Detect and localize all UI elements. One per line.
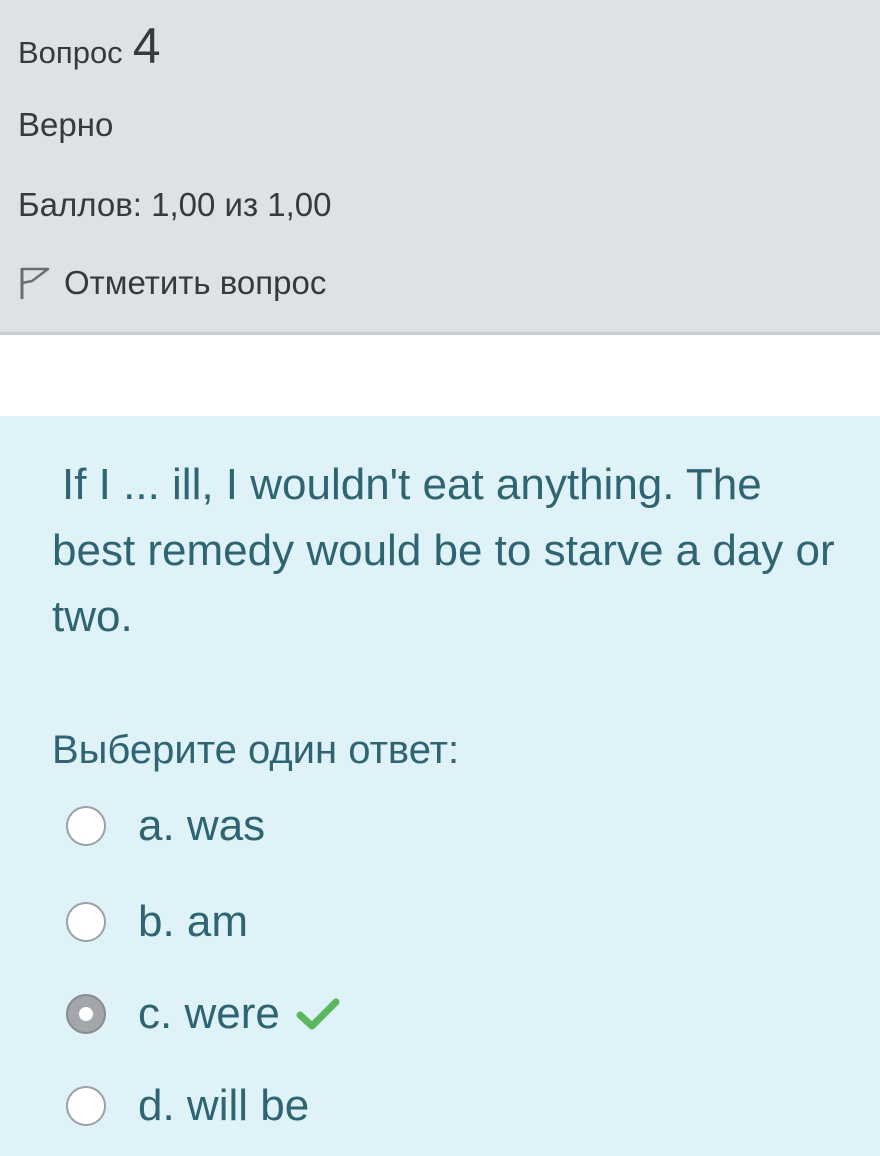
question-state: Верно [18, 106, 114, 143]
question-info-panel: Вопрос 4 Верно Баллов: 1,00 из 1,00 Отме… [0, 0, 880, 335]
answer-label: a. was [138, 801, 266, 850]
radio-button[interactable] [66, 902, 106, 942]
answer-option-b[interactable]: b. am [66, 892, 826, 952]
checkmark-icon [296, 996, 340, 1032]
question-text: If I ... ill, I wouldn't eat anything. T… [52, 460, 835, 641]
answer-option-d[interactable]: d. will be [66, 1076, 826, 1136]
flag-question-label: Отметить вопрос [64, 264, 327, 301]
answer-label: c. were [138, 989, 280, 1038]
radio-button[interactable] [66, 806, 106, 846]
question-number-heading: Вопрос 4 [18, 18, 161, 81]
flag-outline-icon [18, 265, 52, 301]
radio-button-selected[interactable] [66, 994, 106, 1034]
question-label: Вопрос [18, 35, 123, 70]
answer-prompt: Выберите один ответ: [52, 728, 460, 772]
answer-label: b. am [138, 897, 249, 946]
flag-question-link[interactable]: Отметить вопрос [18, 262, 326, 304]
answer-option-a[interactable]: a. was [66, 796, 826, 856]
question-number: 4 [132, 18, 161, 74]
answer-option-c[interactable]: c. were [66, 984, 826, 1044]
radio-button[interactable] [66, 1086, 106, 1126]
answer-label: d. will be [138, 1081, 310, 1130]
question-grade: Баллов: 1,00 из 1,00 [18, 186, 332, 223]
